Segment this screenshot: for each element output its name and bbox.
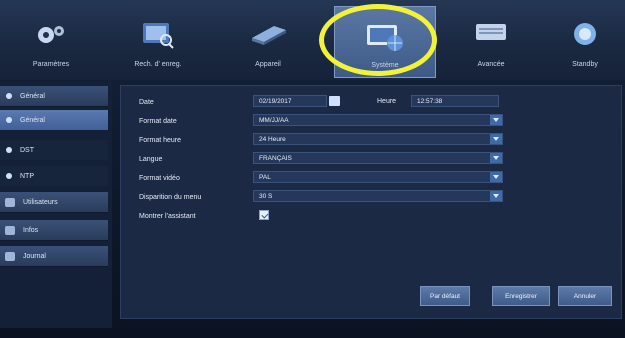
power-icon (571, 20, 599, 53)
bullet-icon (6, 117, 12, 123)
sidebar-item-dst[interactable]: DST (0, 140, 108, 160)
sidebar-item-general-header[interactable]: Général (0, 86, 108, 107)
sidebar-item-journal[interactable]: Journal (0, 246, 108, 267)
sidebar-item-label: Général (20, 116, 45, 124)
sidebar-item-utilisateurs[interactable]: Utilisateurs (0, 192, 108, 213)
wizard-checkbox[interactable] (259, 210, 269, 220)
select-value: 30 S (259, 193, 273, 200)
sidebar-item-label: Général (20, 92, 45, 100)
menu-recherche[interactable]: Rech. d' enreg. (112, 6, 204, 76)
dvr-screen: Paramètres Rech. d' enreg. Appareil Syst… (0, 0, 625, 338)
time-label: Heure (377, 98, 397, 105)
select-value: 24 Heure (259, 136, 286, 143)
default-button[interactable]: Par défaut (420, 286, 470, 306)
bullet-icon (6, 147, 12, 153)
menu-label: Appareil (255, 61, 281, 68)
menu-label: Paramètres (32, 61, 70, 68)
sidebar-item-label: Journal (23, 252, 46, 260)
menu-timeout-label: Disparition du menu (139, 194, 202, 201)
menu-standby[interactable]: Standby (548, 6, 622, 76)
sidebar: Général Général DST NTP Utilisateurs Inf… (0, 82, 112, 328)
chevron-down-icon[interactable] (490, 191, 502, 201)
sidebar-item-label: Utilisateurs (23, 198, 58, 206)
date-format-label: Format date (139, 118, 177, 125)
sidebar-item-label: Infos (23, 226, 39, 234)
sidebar-item-general[interactable]: Général (0, 110, 108, 130)
chevron-down-icon[interactable] (490, 153, 502, 163)
gear-icon (34, 20, 68, 55)
chevron-down-icon[interactable] (490, 172, 502, 182)
select-value: MM/JJ/AA (259, 117, 289, 124)
hard-disk-icon (248, 20, 288, 51)
date-label: Date (139, 99, 154, 106)
video-format-label: Format vidéo (139, 175, 180, 182)
menu-label: Rech. d' enreg. (134, 61, 182, 68)
menu-label: Standby (572, 61, 598, 68)
save-button[interactable]: Enregistrer (492, 286, 550, 306)
bullet-icon (6, 173, 12, 179)
cancel-button[interactable]: Annuler (558, 286, 612, 306)
menu-timeout-select[interactable]: 30 S (253, 190, 503, 202)
menu-parametres[interactable]: Paramètres (8, 6, 94, 76)
menu-systeme[interactable]: Système (334, 6, 436, 78)
select-value: PAL (259, 174, 271, 181)
sidebar-item-infos[interactable]: Infos (0, 220, 108, 241)
bullet-icon (6, 93, 12, 99)
video-format-select[interactable]: PAL (253, 171, 503, 183)
keyboard-icon (474, 20, 508, 49)
menu-avancee[interactable]: Avancée (448, 6, 534, 76)
info-icon (5, 225, 15, 235)
calendar-icon[interactable] (329, 96, 340, 106)
top-menu-bar: Paramètres Rech. d' enreg. Appareil Syst… (0, 0, 625, 80)
sidebar-item-label: DST (20, 146, 34, 154)
menu-label: Système (371, 62, 399, 69)
language-label: Langue (139, 156, 163, 163)
wizard-label: Montrer l'assistant (139, 213, 196, 220)
time-field[interactable]: 12:57:38 (411, 95, 499, 107)
users-icon (5, 197, 15, 207)
search-icon (140, 20, 176, 55)
menu-label: Avancée (477, 61, 505, 68)
time-format-select[interactable]: 24 Heure (253, 133, 503, 145)
sidebar-item-label: NTP (20, 172, 34, 180)
chevron-down-icon[interactable] (490, 115, 502, 125)
log-icon (5, 251, 15, 261)
menu-appareil[interactable]: Appareil (222, 6, 314, 76)
chevron-down-icon[interactable] (490, 134, 502, 144)
select-value: FRANÇAIS (259, 155, 292, 162)
sidebar-item-ntp[interactable]: NTP (0, 166, 108, 186)
monitor-globe-icon (364, 21, 406, 58)
settings-panel: Date 02/19/2017 Heure 12:57:38 Format da… (120, 85, 622, 319)
date-format-select[interactable]: MM/JJ/AA (253, 114, 503, 126)
date-field[interactable]: 02/19/2017 (253, 95, 327, 107)
language-select[interactable]: FRANÇAIS (253, 152, 503, 164)
time-format-label: Format heure (139, 137, 182, 144)
